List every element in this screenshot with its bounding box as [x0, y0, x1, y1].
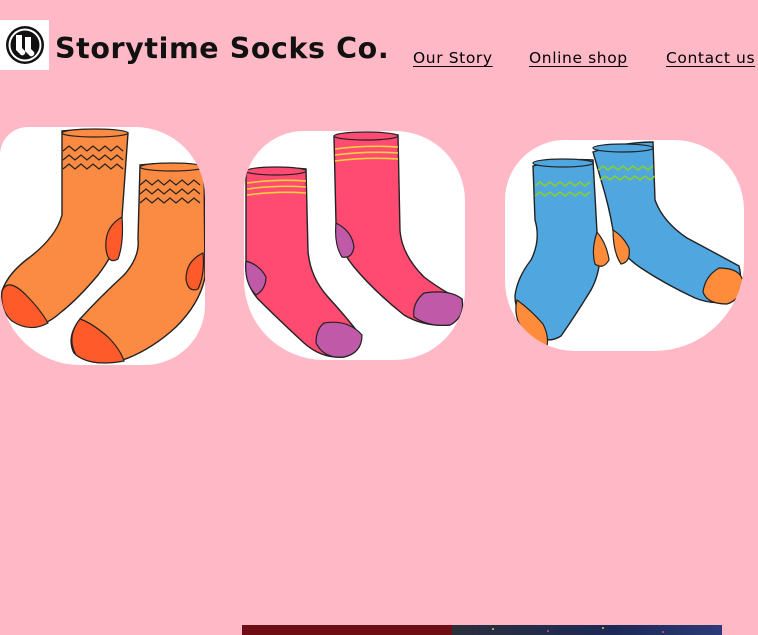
- featured-photo-left: [242, 625, 452, 635]
- orange-socks-icon: [1, 128, 205, 364]
- pink-socks-icon: [245, 131, 464, 358]
- featured-photo: [242, 625, 722, 635]
- gallery-image-orange-socks[interactable]: [0, 127, 205, 365]
- main-nav: Our Story Online shop Contact us: [0, 49, 758, 71]
- nav-link-our-story[interactable]: Our Story: [413, 49, 493, 67]
- photo-sparkle: [492, 628, 494, 630]
- gallery-image-blue-socks[interactable]: [505, 140, 744, 351]
- featured-photo-right: [452, 625, 722, 635]
- photo-sparkle: [662, 631, 664, 633]
- photo-sparkle: [602, 627, 604, 629]
- blue-socks-icon: [514, 141, 744, 347]
- nav-link-contact-us[interactable]: Contact us: [666, 49, 755, 67]
- nav-link-online-shop[interactable]: Online shop: [529, 49, 628, 67]
- gallery-image-pink-socks[interactable]: [244, 131, 465, 360]
- photo-sparkle: [547, 630, 549, 632]
